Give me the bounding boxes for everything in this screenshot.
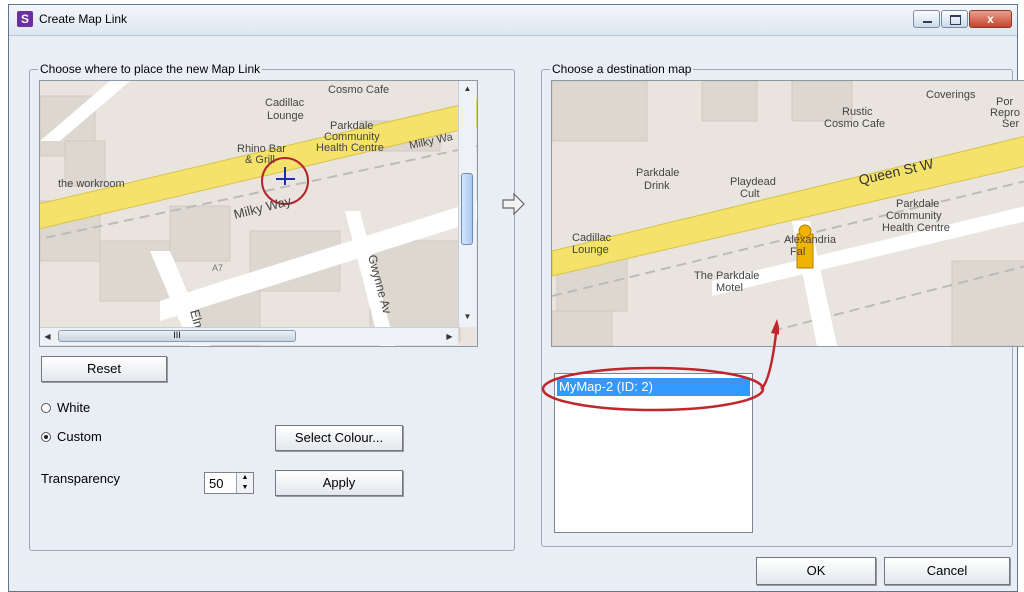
spinner-down-icon[interactable]: ▼ (237, 483, 253, 493)
map-label: A7 (212, 263, 223, 273)
source-map[interactable]: Cadillac Lounge Cosmo Cafe Parkdale Comm… (40, 81, 477, 346)
create-map-link-dialog: S Create Map Link x Choose where to plac… (8, 4, 1024, 592)
map-label: Ser (1002, 118, 1019, 130)
map-label: Drink (644, 180, 670, 192)
map-label: Cadillac (572, 232, 612, 244)
map-label: Playdead (730, 176, 776, 188)
radio-custom[interactable]: Custom (41, 429, 102, 444)
transparency-spinner[interactable]: 50 ▲ ▼ (204, 472, 254, 494)
source-map-vscrollbar[interactable]: ▲ ▼ (458, 81, 476, 327)
map-label: Health Centre (882, 222, 950, 234)
map-label: Cadillac (265, 97, 305, 109)
spinner-arrows[interactable]: ▲ ▼ (236, 473, 253, 493)
arrow-right-icon (502, 193, 525, 215)
reset-button[interactable]: Reset (41, 356, 167, 382)
map-label: Motel (716, 282, 743, 294)
window-title: Create Map Link (39, 12, 128, 26)
map-label: Lounge (267, 110, 304, 122)
map-label: Cosmo Cafe (328, 84, 389, 96)
cancel-button[interactable]: Cancel (884, 557, 1010, 585)
radio-white-label: White (57, 400, 91, 415)
hscroll-thumb[interactable]: III (58, 330, 296, 342)
map-label: Cosmo Cafe (824, 118, 885, 130)
source-map-hscrollbar[interactable]: ◀ III ▶ (40, 327, 458, 345)
minimize-icon (923, 21, 932, 23)
scroll-grip: III (173, 330, 181, 340)
map-label: Health Centre (316, 142, 384, 154)
apply-button[interactable]: Apply (275, 470, 403, 496)
map-label: Fal (790, 246, 805, 258)
radio-white-circle[interactable] (41, 403, 51, 413)
radio-white[interactable]: White (41, 400, 90, 415)
radio-custom-circle[interactable] (41, 432, 51, 442)
app-icon: S (17, 11, 33, 27)
scroll-down-icon[interactable]: ▼ (460, 309, 475, 324)
destination-group-label: Choose a destination map (550, 62, 694, 76)
title-bar[interactable]: S Create Map Link x (9, 5, 1017, 36)
map-label: The Parkdale (694, 270, 759, 282)
map-label: the workroom (58, 178, 125, 190)
radio-custom-label: Custom (57, 429, 102, 444)
transparency-label: Transparency (41, 471, 120, 486)
map-label: Rustic (842, 106, 873, 118)
destination-map[interactable]: Coverings Por Repro Ser Rustic Cosmo Caf… (552, 81, 1024, 346)
spinner-up-icon[interactable]: ▲ (237, 473, 253, 483)
map-label: Coverings (926, 89, 976, 101)
map-label: Parkdale (896, 198, 939, 210)
scroll-up-icon[interactable]: ▲ (460, 81, 475, 96)
select-colour-button[interactable]: Select Colour... (275, 425, 403, 451)
scroll-left-icon[interactable]: ◀ (40, 329, 55, 344)
scroll-right-icon[interactable]: ▶ (442, 329, 457, 344)
destination-map-viewport[interactable]: Coverings Por Repro Ser Rustic Cosmo Caf… (551, 80, 1024, 347)
minimize-button[interactable] (913, 10, 940, 28)
map-label: Community (886, 210, 942, 222)
map-label: Cult (740, 188, 760, 200)
maximize-icon (950, 15, 961, 25)
vscroll-thumb[interactable] (461, 173, 473, 245)
maximize-button[interactable] (941, 10, 968, 28)
map-label: Alexandria (784, 234, 837, 246)
annotation-overlay (541, 319, 779, 412)
map-label: & Grill (245, 154, 275, 166)
ok-button[interactable]: OK (756, 557, 876, 585)
source-map-viewport[interactable]: Cadillac Lounge Cosmo Cafe Parkdale Comm… (39, 80, 478, 347)
close-button[interactable]: x (969, 10, 1012, 28)
map-label: Lounge (572, 244, 609, 256)
transparency-value[interactable]: 50 (209, 476, 223, 491)
map-label: Parkdale (636, 167, 679, 179)
placement-group-label: Choose where to place the new Map Link (38, 62, 263, 76)
